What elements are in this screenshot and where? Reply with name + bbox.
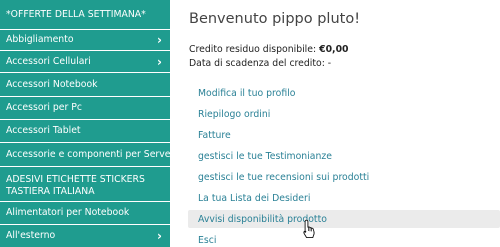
- credit-balance: Credito residuo disponibile: €0,00: [189, 44, 349, 55]
- sidebar-item-label: Accessorie e componenti per Server: [6, 148, 175, 160]
- sidebar-item-accessori-pc[interactable]: Accessori per Pc: [0, 97, 170, 120]
- sidebar-item-label: Accessori Cellulari: [6, 55, 91, 67]
- sidebar-item-label-line1: ADESIVI ETICHETTE STICKERS: [6, 174, 145, 185]
- credit-value: €0,00: [319, 44, 349, 55]
- sidebar-item-label-line2: TASTIERA ITALIANA: [6, 186, 95, 197]
- sidebar-item-accessori-cellulari[interactable]: Accessori Cellulari ›: [0, 51, 170, 73]
- sidebar-item-label: All'esterno: [6, 230, 56, 241]
- chevron-right-icon[interactable]: ›: [157, 56, 162, 68]
- sidebar-item-label: Alimentatori per Notebook: [6, 207, 130, 218]
- sidebar-item-accessorie-server[interactable]: Accessorie e componenti per Server: [0, 143, 174, 167]
- sidebar-item-label: Accessori Notebook: [6, 78, 98, 90]
- sidebar-item-label: Accessori Tablet: [6, 125, 81, 136]
- sidebar-item-label: Accessori per Pc: [6, 102, 82, 113]
- sidebar-item-label: *OFFERTE DELLA SETTIMANA*: [6, 8, 146, 20]
- sidebar-item-accessori-tablet[interactable]: Accessori Tablet: [0, 120, 170, 143]
- sidebar-item-offerte[interactable]: *OFFERTE DELLA SETTIMANA*: [0, 0, 170, 30]
- link-esci[interactable]: Esci: [188, 231, 500, 247]
- chevron-right-icon[interactable]: ›: [157, 230, 162, 242]
- link-recensioni[interactable]: gestisci le tue recensioni sui prodotti: [188, 168, 500, 186]
- credit-label: Credito residuo disponibile:: [189, 44, 317, 55]
- link-avvisi-disponibilita[interactable]: Avvisi disponibilità prodotto: [188, 210, 500, 228]
- link-testimonianze[interactable]: gestisci le tue Testimonianze: [188, 147, 500, 165]
- chevron-right-icon[interactable]: ›: [157, 34, 162, 46]
- sidebar-item-label: Abbigliamento: [6, 34, 74, 45]
- link-modifica-profilo[interactable]: Modifica il tuo profilo: [188, 84, 500, 102]
- hand-pointer-icon: [303, 219, 315, 239]
- page-title: Benvenuto pippo pluto!: [189, 11, 361, 27]
- link-lista-desideri[interactable]: La tua Lista dei Desideri: [188, 189, 500, 207]
- category-sidebar: *OFFERTE DELLA SETTIMANA* Abbigliamento …: [0, 0, 174, 247]
- sidebar-item-alimentatori[interactable]: Alimentatori per Notebook: [0, 202, 170, 225]
- sidebar-item-all-esterno[interactable]: All'esterno ›: [0, 225, 170, 247]
- credit-expiry: Data di scadenza del credito: -: [189, 58, 332, 69]
- link-riepilogo-ordini[interactable]: Riepilogo ordini: [188, 105, 500, 123]
- sidebar-item-abbigliamento[interactable]: Abbigliamento ›: [0, 30, 170, 51]
- link-fatture[interactable]: Fatture: [188, 126, 500, 144]
- sidebar-item-label: ADESIVI ETICHETTE STICKERS TASTIERA ITAL…: [6, 174, 145, 198]
- sidebar-item-accessori-notebook[interactable]: Accessori Notebook: [0, 73, 170, 97]
- sidebar-item-adesivi[interactable]: ADESIVI ETICHETTE STICKERS TASTIERA ITAL…: [0, 167, 170, 202]
- account-panel: Benvenuto pippo pluto! Credito residuo d…: [170, 0, 500, 247]
